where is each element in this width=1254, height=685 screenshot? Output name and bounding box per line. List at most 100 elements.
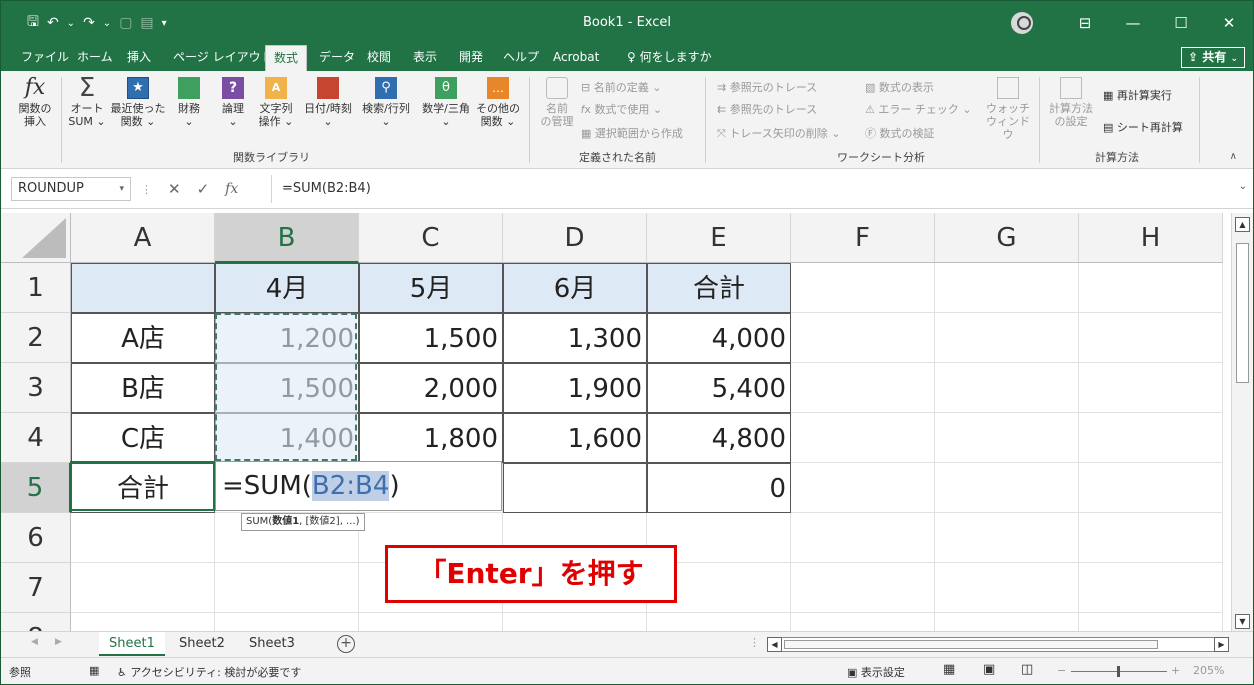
horizontal-scroll-thumb[interactable] (784, 640, 1158, 649)
vertical-scroll-thumb[interactable] (1236, 243, 1249, 383)
cell-b7[interactable] (215, 563, 359, 613)
tab-home[interactable]: ホーム (69, 45, 121, 71)
cell-c8[interactable] (359, 613, 503, 631)
cell-g2[interactable] (935, 313, 1079, 363)
table-header-cell[interactable]: 4月 (215, 263, 359, 313)
sheet-tab-2[interactable]: Sheet2 (169, 632, 235, 656)
math-trig-button[interactable]: θ 数学/三角 ⌄ (417, 77, 475, 128)
table-data-cell[interactable]: 4,800 (647, 413, 791, 463)
cell-g1[interactable] (935, 263, 1079, 313)
tell-me-search[interactable]: ♀ 何をしますか (619, 45, 720, 71)
function-argument-tooltip[interactable]: SUM(数値1, [数値2], ...) (241, 513, 365, 531)
table-data-cell[interactable]: 5,400 (647, 363, 791, 413)
column-header-c[interactable]: C (359, 213, 503, 263)
remove-arrows-button[interactable]: ⤧ トレース矢印の削除 ⌄ (717, 125, 840, 141)
name-box[interactable]: ROUNDUP ▾ (11, 177, 131, 201)
row-header-1[interactable]: 1 (1, 263, 71, 313)
table-data-cell[interactable]: 1,300 (503, 313, 647, 363)
cell-h4[interactable] (1079, 413, 1223, 463)
lookup-button[interactable]: ⚲ 検索/行列 ⌄ (357, 77, 415, 128)
table-data-cell[interactable]: C店 (71, 413, 215, 463)
row-header-3[interactable]: 3 (1, 363, 71, 413)
cell-e8[interactable] (647, 613, 791, 631)
prev-sheet-icon[interactable]: ◀ (31, 637, 38, 647)
financial-button[interactable]: 財務 ⌄ (171, 77, 207, 128)
evaluate-formula-button[interactable]: Ⓕ 数式の検証 (865, 125, 935, 141)
date-time-button[interactable]: 日付/時刻 ⌄ (301, 77, 355, 128)
define-name-button[interactable]: ⊟ 名前の定義 ⌄ (581, 79, 661, 95)
cell-f5[interactable] (791, 463, 935, 513)
in-cell-formula-editor[interactable]: =SUM(B2:B4) (215, 461, 502, 511)
table-data-cell[interactable]: 1,500 (359, 313, 503, 363)
maximize-button[interactable]: ☐ (1157, 14, 1205, 32)
cancel-icon[interactable]: ✕ (168, 180, 181, 198)
cell-d8[interactable] (503, 613, 647, 631)
cell-g4[interactable] (935, 413, 1079, 463)
enter-icon[interactable]: ✓ (197, 180, 210, 198)
cell-h5[interactable] (1079, 463, 1223, 513)
tab-acrobat[interactable]: Acrobat (545, 45, 607, 71)
watch-window-button[interactable]: ウォッチ ウィンドウ (983, 77, 1033, 141)
cell-a7[interactable] (71, 563, 215, 613)
row-header-7[interactable]: 7 (1, 563, 71, 613)
use-in-formula-button[interactable]: 𝑓x 数式で使用 ⌄ (581, 101, 662, 117)
tab-view[interactable]: 表示 (405, 45, 445, 71)
text-button[interactable]: A 文字列 操作 ⌄ (255, 77, 297, 128)
splitter-icon[interactable]: ⋮ (749, 636, 760, 649)
insert-function-icon[interactable]: fx (225, 181, 238, 197)
collapse-ribbon-icon[interactable]: ∧ (1230, 151, 1237, 162)
cell-h3[interactable] (1079, 363, 1223, 413)
recently-used-button[interactable]: ★ 最近使った 関数 ⌄ (109, 77, 167, 128)
column-header-d[interactable]: D (503, 213, 647, 263)
zoom-in-icon[interactable]: + (1171, 664, 1180, 677)
calculate-now-button[interactable]: ▦ 再計算実行 (1103, 87, 1172, 103)
display-settings-button[interactable]: ▣ 表示設定 (847, 664, 905, 680)
cell-h6[interactable] (1079, 513, 1223, 563)
autosum-button[interactable]: Σ オート SUM ⌄ (65, 75, 109, 128)
calculate-sheet-button[interactable]: ▤ シート再計算 (1103, 119, 1183, 135)
cell-f7[interactable] (791, 563, 935, 613)
create-from-selection-button[interactable]: ▦ 選択範囲から作成 (581, 125, 683, 141)
horizontal-scrollbar[interactable]: ◀ ▶ (767, 637, 1229, 652)
cell-a8[interactable] (71, 613, 215, 631)
tab-file[interactable]: ファイル (13, 45, 77, 71)
normal-view-icon[interactable]: ▦ (943, 662, 955, 677)
name-manager-button[interactable]: 名前 の管理 (537, 77, 577, 128)
select-all-button[interactable] (1, 213, 71, 263)
column-header-h[interactable]: H (1079, 213, 1223, 263)
scroll-right-icon[interactable]: ▶ (1214, 637, 1229, 652)
tab-data[interactable]: データ (311, 45, 363, 71)
zoom-out-icon[interactable]: − (1057, 664, 1066, 677)
table-header-cell[interactable]: 5月 (359, 263, 503, 313)
page-layout-view-icon[interactable]: ▣ (983, 662, 995, 677)
tab-developer[interactable]: 開発 (451, 45, 491, 71)
accessibility-status[interactable]: ♿ アクセシビリティ: 検討が必要です (117, 664, 301, 680)
more-functions-button[interactable]: … その他の 関数 ⌄ (475, 77, 521, 128)
cell-g6[interactable] (935, 513, 1079, 563)
table-data-cell[interactable]: 1,900 (503, 363, 647, 413)
cell-h1[interactable] (1079, 263, 1223, 313)
ribbon-display-icon[interactable]: ⊟ (1061, 14, 1109, 32)
logical-button[interactable]: ? 論理 ⌄ (215, 77, 251, 128)
cell-f2[interactable] (791, 313, 935, 363)
tab-page-layout[interactable]: ページ レイアウト (165, 45, 281, 71)
cell-f4[interactable] (791, 413, 935, 463)
cell-f6[interactable] (791, 513, 935, 563)
tab-help[interactable]: ヘルプ (495, 45, 547, 71)
table-data-cell[interactable]: 2,000 (359, 363, 503, 413)
add-sheet-icon[interactable]: + (337, 635, 355, 653)
column-header-f[interactable]: F (791, 213, 935, 263)
table-data-cell[interactable]: 1,600 (503, 413, 647, 463)
page-break-view-icon[interactable]: ◫ (1021, 662, 1033, 677)
table-data-cell[interactable]: 4,000 (647, 313, 791, 363)
vertical-scrollbar[interactable]: ▲ ▼ (1231, 213, 1253, 631)
trace-dependents-button[interactable]: ⇇ 参照先のトレース (717, 101, 817, 117)
tab-review[interactable]: 校閲 (359, 45, 399, 71)
scroll-up-icon[interactable]: ▲ (1235, 217, 1250, 232)
scroll-left-icon[interactable]: ◀ (767, 637, 782, 652)
row-header-8[interactable]: 8 (1, 613, 71, 631)
cell-h2[interactable] (1079, 313, 1223, 363)
zoom-slider-thumb[interactable] (1117, 666, 1120, 677)
cell-g8[interactable] (935, 613, 1079, 631)
insert-function-button[interactable]: fx 関数の 挿入 (13, 77, 57, 129)
